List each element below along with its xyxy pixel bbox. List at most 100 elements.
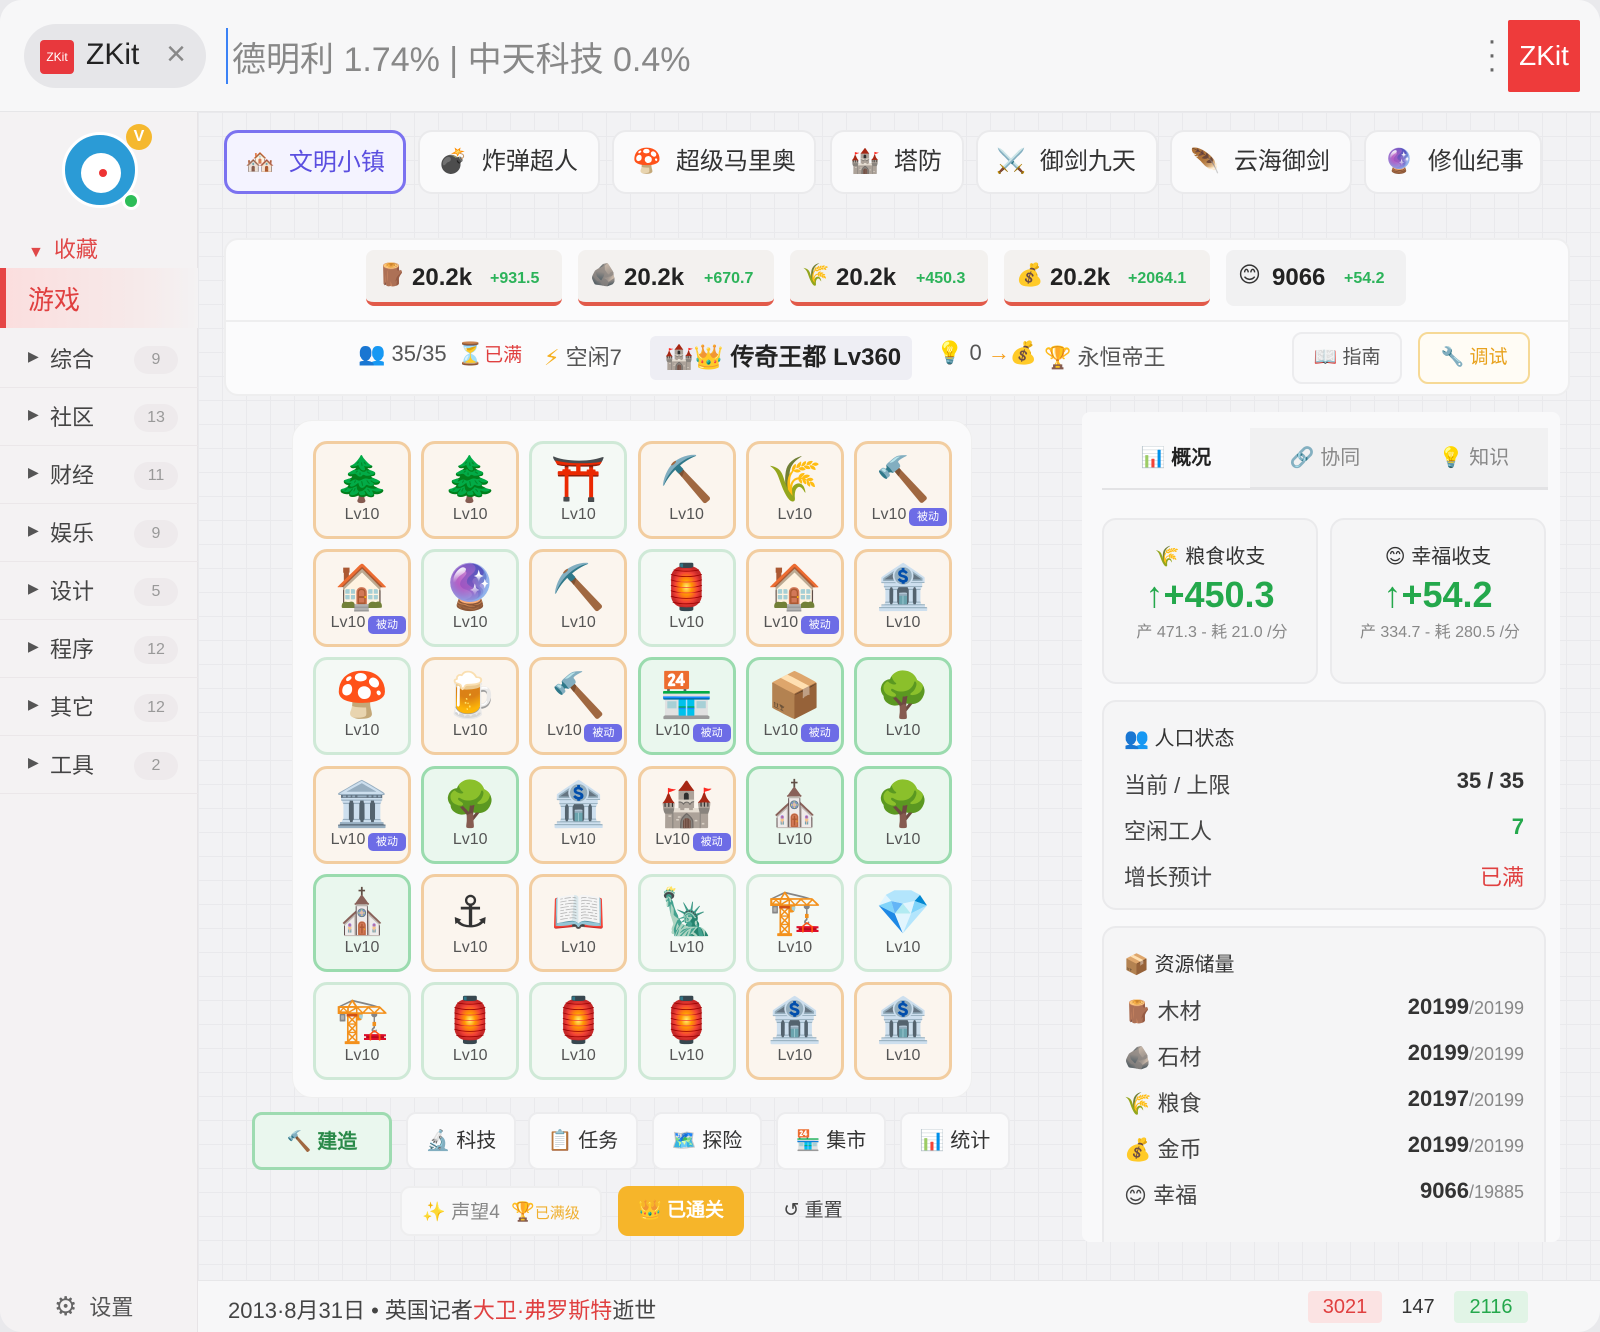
info-tab[interactable]: 📊 概况 — [1102, 428, 1250, 488]
favorites-label: 收藏 — [53, 237, 98, 262]
sidebar-item[interactable]: ▶ 其它 12 — [0, 678, 198, 736]
building-cell[interactable]: 🏮 Lv10 — [529, 982, 628, 1080]
building-cell[interactable]: 🔮 Lv10 — [421, 549, 520, 648]
more-menu-icon[interactable]: · · · — [1486, 26, 1498, 84]
count-badge-green: 2116 — [1454, 1291, 1528, 1323]
building-cell[interactable]: 🌳 Lv10 — [854, 765, 952, 864]
building-cell[interactable]: 🏗️ Lv10 — [745, 873, 844, 972]
building-cell[interactable]: 🏠 Lv10 被动 — [313, 549, 411, 648]
action-button[interactable]: 🔬 科技 — [406, 1112, 516, 1170]
app-tab[interactable]: ZKit ZKit × — [24, 24, 206, 88]
building-cell[interactable]: ⛩️ Lv10 — [529, 441, 628, 539]
sidebar-item-games[interactable]: 游戏 — [0, 268, 198, 328]
cleared-button[interactable]: 👑 已通关 — [618, 1186, 744, 1236]
happy-income-title: 😊 幸福收支 — [1332, 540, 1544, 569]
game-tab[interactable]: 💣 炸弹超人 — [418, 130, 600, 194]
building-cell[interactable]: ⛪ Lv10 — [745, 765, 844, 864]
game-tab[interactable]: ⚔️ 御剑九天 — [976, 130, 1158, 194]
ticker-input[interactable] — [226, 28, 1426, 84]
building-cell[interactable]: 🏦 Lv10 — [745, 982, 844, 1080]
building-cell[interactable]: 🏛️ Lv10 被动 — [313, 765, 411, 864]
building-cell[interactable]: 🏦 Lv10 — [529, 765, 628, 864]
trophy-icon: 🏆 — [1044, 345, 1072, 370]
building-level: Lv10 — [561, 614, 596, 632]
building-cell[interactable]: 🌾 Lv10 — [745, 441, 844, 539]
building-cell[interactable]: 🏮 Lv10 — [637, 982, 736, 1080]
action-button[interactable]: 🔨 建造 — [252, 1112, 392, 1170]
smile-icon: 😊 — [1384, 546, 1406, 568]
sidebar-item[interactable]: ▶ 综合 9 — [0, 330, 198, 388]
guide-button[interactable]: 📖 指南 — [1292, 332, 1402, 384]
building-cell[interactable]: 🌳 Lv10 — [854, 657, 952, 756]
sidebar-item-label: 其它 — [50, 695, 95, 720]
sidebar-item[interactable]: ▶ 财经 11 — [0, 446, 198, 504]
game-tab[interactable]: 🪶 云海御剑 — [1170, 130, 1352, 194]
reset-icon: ↺ — [783, 1200, 800, 1221]
resource-icon: 😊 — [1238, 262, 1261, 287]
settings-button[interactable]: ⚙ 设置 — [54, 1290, 133, 1322]
favorites-header[interactable]: ▼ 收藏 — [28, 232, 98, 264]
building-cell[interactable]: ⛪ Lv10 — [313, 873, 411, 972]
building-cell[interactable]: 🏮 Lv10 — [637, 549, 736, 648]
building-cell[interactable]: 🏦 Lv10 — [854, 982, 952, 1080]
building-cell[interactable]: 🔨 Lv10 被动 — [854, 441, 952, 539]
building-cell[interactable]: 🏰 Lv10 被动 — [637, 765, 736, 864]
building-icon: ⛪ — [767, 779, 823, 829]
arrow-up-icon: ↑ — [1383, 574, 1402, 615]
info-tab[interactable]: 💡 知识 — [1400, 428, 1548, 488]
population-status: 已满 — [484, 345, 523, 366]
action-button[interactable]: 📋 任务 — [528, 1112, 638, 1170]
game-tab[interactable]: 🏘️ 文明小镇 — [224, 130, 406, 194]
building-cell[interactable]: 🍄 Lv10 — [313, 657, 411, 756]
building-icon: 📖 — [550, 887, 606, 937]
brand-button[interactable]: ZKit — [1508, 20, 1580, 92]
building-cell[interactable]: ⚓ Lv10 — [421, 873, 520, 972]
debug-button[interactable]: 🔧 调试 — [1418, 332, 1530, 384]
info-tab-icon: 🔗 — [1289, 447, 1315, 469]
building-cell[interactable]: 📦 Lv10 被动 — [745, 657, 844, 756]
game-tab[interactable]: 🍄 超级马里奥 — [612, 130, 816, 194]
prestige-button[interactable]: ✨ 声望4 🏆已满级 — [400, 1186, 602, 1236]
happy-income-value: ↑+54.2 — [1332, 574, 1544, 616]
prestige-status: 已满级 — [534, 1205, 580, 1222]
building-grid: 🌲 Lv10 🌲 Lv10 ⛩️ Lv10 ⛏️ Lv10 🌾 Lv10 🔨 Lv10 被动 🏠 Lv10 被… — [292, 420, 972, 1098]
game-tab[interactable]: 🏰 塔防 — [830, 130, 964, 194]
game-tab[interactable]: 🔮 修仙纪事 — [1364, 130, 1542, 194]
building-cell[interactable]: 🏦 Lv10 — [854, 549, 952, 648]
reset-button[interactable]: ↺ 重置 — [768, 1186, 858, 1236]
building-cell[interactable]: 🏮 Lv10 — [421, 982, 520, 1080]
building-cell[interactable]: ⛏️ Lv10 — [529, 549, 628, 648]
population-row-value: 35 / 35 — [1456, 768, 1524, 793]
building-cell[interactable]: 🍺 Lv10 — [421, 657, 520, 756]
building-cell[interactable]: 🏠 Lv10 被动 — [745, 549, 844, 648]
sidebar-item[interactable]: ▶ 社区 13 — [0, 388, 198, 446]
building-level: Lv10 — [452, 1047, 488, 1064]
building-level: Lv10 — [885, 830, 921, 848]
action-button[interactable]: 📊 统计 — [900, 1112, 1010, 1170]
sidebar-item[interactable]: ▶ 设计 5 — [0, 562, 198, 620]
action-button[interactable]: 🗺️ 探险 — [652, 1112, 762, 1170]
sidebar-item-label: 程序 — [50, 637, 95, 662]
building-cell[interactable]: 📖 Lv10 — [529, 873, 628, 972]
building-cell[interactable]: 🗽 Lv10 — [637, 873, 736, 972]
sidebar-item[interactable]: ▶ 程序 12 — [0, 620, 198, 678]
population-card-label: 人口状态 — [1154, 728, 1235, 750]
sidebar-item[interactable]: ▶ 工具 2 — [0, 736, 198, 794]
building-cell[interactable]: 🏪 Lv10 被动 — [637, 657, 736, 756]
sidebar-item[interactable]: ▶ 娱乐 9 — [0, 504, 198, 562]
building-cell[interactable]: 💎 Lv10 — [854, 873, 952, 972]
close-icon[interactable]: × — [160, 34, 192, 74]
news-ticker[interactable]: 2013·8月31日 • 英国记者大卫·弗罗斯特逝世 — [228, 1293, 656, 1325]
game-tab-label: 修仙纪事 — [1427, 148, 1524, 175]
action-button[interactable]: 🏪 集市 — [776, 1112, 886, 1170]
game-tab-icon: ⚔️ — [996, 148, 1026, 175]
info-tab[interactable]: 🔗 协同 — [1251, 428, 1399, 488]
building-level: Lv10 — [777, 830, 813, 848]
building-cell[interactable]: 🌲 Lv10 — [421, 441, 520, 539]
building-cell[interactable]: 🔨 Lv10 被动 — [529, 657, 628, 756]
building-cell[interactable]: 🏗️ Lv10 — [313, 982, 411, 1080]
building-cell[interactable]: 🌳 Lv10 — [421, 765, 520, 864]
building-cell[interactable]: 🌲 Lv10 — [313, 441, 411, 539]
building-cell[interactable]: ⛏️ Lv10 — [637, 441, 736, 539]
caret-right-icon: ▶ — [28, 638, 39, 654]
